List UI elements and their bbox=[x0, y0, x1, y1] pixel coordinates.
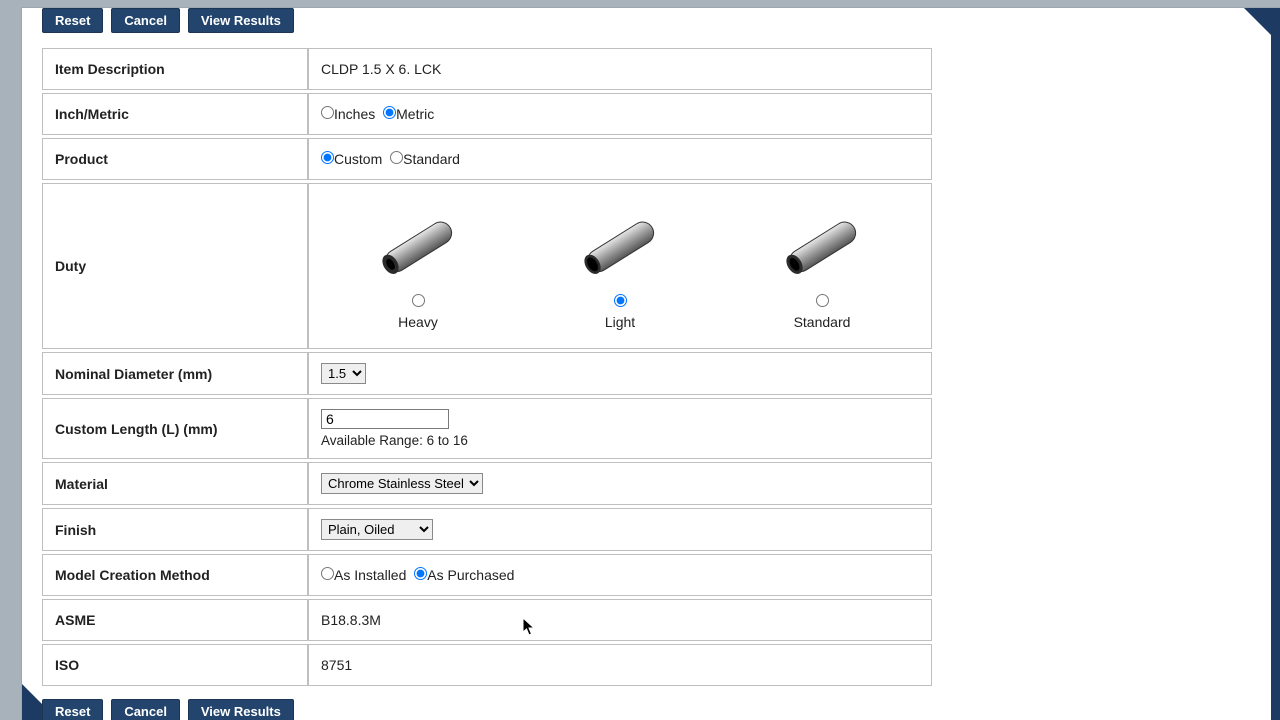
pin-standard-icon bbox=[767, 206, 877, 286]
duty-option-heavy[interactable]: Heavy bbox=[357, 202, 479, 330]
radio-as-purchased-label: As Purchased bbox=[427, 567, 514, 583]
select-diameter[interactable]: 1.5 bbox=[321, 363, 366, 384]
form-table: Item Description CLDP 1.5 X 6. LCK Inch/… bbox=[42, 45, 932, 689]
duty-option-light[interactable]: Light bbox=[559, 202, 681, 330]
radio-duty-light[interactable] bbox=[614, 294, 627, 307]
radio-as-installed-label: As Installed bbox=[334, 567, 406, 583]
radio-as-purchased[interactable] bbox=[414, 567, 427, 580]
reset-button-top[interactable]: Reset bbox=[42, 8, 103, 33]
corner-top-right bbox=[1244, 8, 1280, 44]
label-material: Material bbox=[42, 462, 308, 505]
length-hint: Available Range: 6 to 16 bbox=[321, 433, 919, 448]
label-finish: Finish bbox=[42, 508, 308, 551]
duty-standard-label: Standard bbox=[761, 314, 883, 330]
reset-button-bottom[interactable]: Reset bbox=[42, 699, 103, 720]
view-results-button-bottom[interactable]: View Results bbox=[188, 699, 294, 720]
top-button-bar: Reset Cancel View Results bbox=[42, 8, 974, 33]
view-results-button-top[interactable]: View Results bbox=[188, 8, 294, 33]
label-iso: ISO bbox=[42, 644, 308, 686]
label-product: Product bbox=[42, 138, 308, 180]
radio-custom[interactable] bbox=[321, 151, 334, 164]
input-length[interactable] bbox=[321, 409, 449, 429]
radio-duty-heavy[interactable] bbox=[412, 294, 425, 307]
label-length: Custom Length (L) (mm) bbox=[42, 398, 308, 459]
select-finish[interactable]: Plain, Oiled bbox=[321, 519, 433, 540]
pin-light-icon bbox=[565, 206, 675, 286]
value-asme: B18.8.3M bbox=[308, 599, 932, 641]
right-stripe bbox=[1271, 8, 1280, 720]
pin-heavy-icon bbox=[363, 206, 473, 286]
value-item-description: CLDP 1.5 X 6. LCK bbox=[308, 48, 932, 90]
duty-option-standard[interactable]: Standard bbox=[761, 202, 883, 330]
radio-inches-label: Inches bbox=[334, 106, 375, 122]
value-iso: 8751 bbox=[308, 644, 932, 686]
radio-metric[interactable] bbox=[383, 106, 396, 119]
cancel-button-top[interactable]: Cancel bbox=[111, 8, 180, 33]
label-item-description: Item Description bbox=[42, 48, 308, 90]
radio-as-installed[interactable] bbox=[321, 567, 334, 580]
label-inch-metric: Inch/Metric bbox=[42, 93, 308, 135]
select-material[interactable]: Chrome Stainless Steel bbox=[321, 473, 483, 494]
label-asme: ASME bbox=[42, 599, 308, 641]
label-duty: Duty bbox=[42, 183, 308, 349]
radio-metric-label: Metric bbox=[396, 106, 434, 122]
label-method: Model Creation Method bbox=[42, 554, 308, 596]
cancel-button-bottom[interactable]: Cancel bbox=[111, 699, 180, 720]
duty-light-label: Light bbox=[559, 314, 681, 330]
radio-standard-label: Standard bbox=[403, 151, 460, 167]
bottom-button-bar: Reset Cancel View Results bbox=[42, 699, 974, 720]
radio-standard[interactable] bbox=[390, 151, 403, 164]
label-diameter: Nominal Diameter (mm) bbox=[42, 352, 308, 395]
radio-custom-label: Custom bbox=[334, 151, 382, 167]
duty-heavy-label: Heavy bbox=[357, 314, 479, 330]
radio-duty-standard[interactable] bbox=[816, 294, 829, 307]
radio-inches[interactable] bbox=[321, 106, 334, 119]
